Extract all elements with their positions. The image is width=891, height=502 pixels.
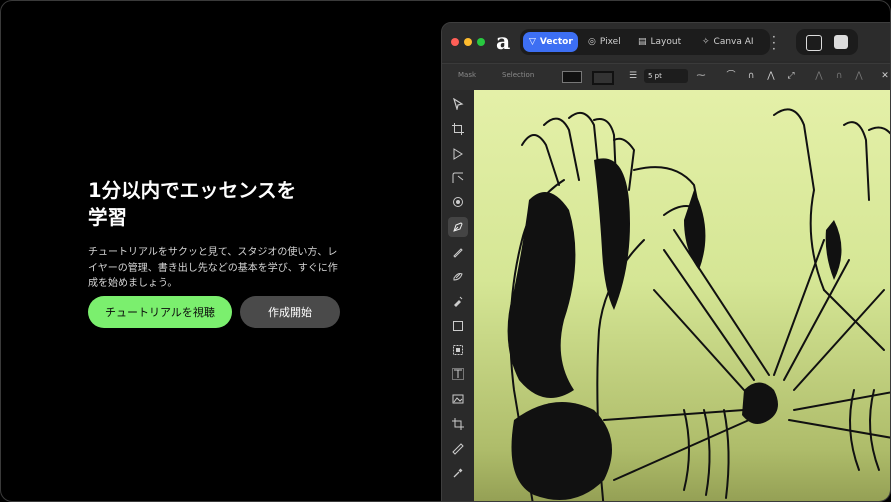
transform-icon[interactable]: ⤢ — [784, 69, 798, 83]
selection-label[interactable]: Selection — [502, 71, 534, 79]
ruler-tool-icon[interactable] — [448, 439, 468, 459]
corner-tool-icon[interactable] — [448, 168, 468, 188]
app-window-preview: a ▽ Vector ◎ Pixel ▤ Layout ✧ Canva AI ·… — [441, 22, 890, 501]
hero-title-line-2: 学習 — [88, 206, 128, 229]
hero-description: チュートリアルをサクッと見て、スタジオの使い方、レイヤーの管理、書き出し先などの… — [88, 247, 338, 289]
stroke-width-field[interactable]: 5 pt — [644, 69, 688, 83]
more-options-icon[interactable]: · · · — [772, 31, 776, 55]
close-curve-icon[interactable]: ✕ — [878, 69, 890, 83]
persona-layout-label: Layout — [650, 37, 682, 47]
start-creating-button[interactable]: 作成開始 — [240, 296, 340, 328]
watch-tutorial-button[interactable]: チュートリアルを視聴 — [88, 296, 232, 328]
minimize-window-button[interactable] — [464, 38, 472, 46]
place-image-icon[interactable] — [448, 389, 468, 409]
convert-smart-icon[interactable]: ⋀ — [852, 69, 866, 83]
node-smooth-icon[interactable]: ∩ — [744, 69, 758, 83]
node-tool-icon[interactable] — [448, 144, 468, 164]
export-persona-icon[interactable] — [806, 35, 822, 51]
convert-sharp-icon[interactable]: ⋀ — [812, 69, 826, 83]
node-smart-icon[interactable]: ⋀ — [764, 69, 778, 83]
onboarding-frame: 1分以内でエッセンスを 学習 チュートリアルをサクッと見て、スタジオの使い方、レ… — [0, 0, 891, 502]
artboard-tool-icon[interactable] — [448, 119, 468, 139]
persona-pixel-label: Pixel — [599, 37, 621, 47]
close-window-button[interactable] — [451, 38, 459, 46]
move-tool-icon[interactable] — [448, 94, 468, 114]
pencil-tool-icon[interactable] — [448, 242, 468, 262]
persona-pixel[interactable]: ◎ Pixel — [582, 32, 628, 52]
pen-tool-icon[interactable] — [448, 217, 468, 237]
context-toolbar: Mask Selection ☰ 5 pt ⁓ ⌒ ∩ ⋀ ⤢ ⋀ ∩ ⋀ ✕ — [442, 63, 890, 91]
persona-layout[interactable]: ▤ Layout — [632, 32, 690, 52]
layout-persona-icon: ▤ — [638, 37, 647, 47]
studio-toggle-group — [796, 29, 858, 55]
rectangle-tool-icon[interactable] — [448, 316, 468, 336]
design-canvas[interactable] — [474, 90, 890, 501]
app-logo: a — [496, 29, 511, 55]
node-sharp-icon[interactable]: ⌒ — [724, 69, 738, 83]
canva-ai-icon: ✧ — [702, 37, 710, 47]
stroke-swatch[interactable] — [592, 71, 614, 85]
stroke-style-icon[interactable]: ☰ — [626, 69, 640, 83]
crop-tool-icon[interactable] — [448, 414, 468, 434]
fill-swatch[interactable] — [562, 71, 582, 83]
shape-builder-icon[interactable] — [448, 192, 468, 212]
zoom-window-button[interactable] — [477, 38, 485, 46]
persona-canva-ai[interactable]: ✧ Canva AI — [696, 32, 766, 52]
fill-tool-icon[interactable] — [448, 291, 468, 311]
persona-canva-ai-label: Canva AI — [713, 37, 754, 47]
persona-switcher: ▽ Vector ◎ Pixel ▤ Layout ✧ Canva AI — [520, 29, 770, 55]
title-bar: a ▽ Vector ◎ Pixel ▤ Layout ✧ Canva AI ·… — [442, 23, 890, 61]
studio-layout-icon[interactable] — [834, 35, 848, 49]
convert-smooth-icon[interactable]: ∩ — [832, 69, 846, 83]
persona-vector-label: Vector — [539, 37, 573, 47]
pressure-curve-icon[interactable]: ⁓ — [694, 69, 708, 83]
brush-tool-icon[interactable] — [448, 266, 468, 286]
frame-tool-icon[interactable] — [448, 340, 468, 360]
hero-title: 1分以内でエッセンスを 学習 — [88, 177, 358, 231]
hero-section: 1分以内でエッセンスを 学習 チュートリアルをサクッと見て、スタジオの使い方、レ… — [88, 177, 358, 292]
eyedropper-tool-icon[interactable] — [448, 463, 468, 483]
hero-title-line-1: 1分以内でエッセンスを — [88, 179, 297, 202]
mask-label[interactable]: Mask — [458, 71, 476, 79]
artwork-illustration — [507, 108, 890, 501]
vector-persona-icon: ▽ — [529, 37, 536, 47]
tools-panel — [442, 90, 474, 501]
text-frame-tool-icon[interactable] — [448, 364, 468, 384]
pixel-persona-icon: ◎ — [588, 37, 596, 47]
persona-vector[interactable]: ▽ Vector — [523, 32, 578, 52]
